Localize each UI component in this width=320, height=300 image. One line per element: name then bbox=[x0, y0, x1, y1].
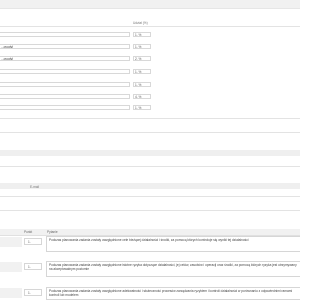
table-header bbox=[0, 229, 300, 236]
divider bbox=[0, 132, 300, 133]
question-text: Podczas planowania zadania zostały uwzgl… bbox=[46, 236, 300, 252]
form-row-input[interactable] bbox=[0, 94, 130, 99]
top-band bbox=[0, 0, 300, 9]
divider bbox=[0, 210, 300, 211]
question-text: Podczas planowania zadania zostały uwzgl… bbox=[46, 261, 300, 277]
section-bar bbox=[0, 150, 300, 156]
email-column-label: E-mail bbox=[30, 185, 40, 189]
percent-column-header: Udział (%) bbox=[133, 21, 148, 25]
percent-input[interactable]: 1, % bbox=[133, 69, 151, 74]
percent-input[interactable]: 1, % bbox=[133, 44, 151, 49]
percent-input[interactable]: 1, % bbox=[133, 105, 151, 110]
contact-header-bar bbox=[0, 183, 300, 189]
percent-input[interactable]: 1, % bbox=[133, 32, 151, 37]
question-text: Podczas planowania zadania zostały uwzgl… bbox=[46, 287, 300, 300]
percent-input[interactable]: 2, % bbox=[133, 56, 151, 61]
column-header-num: Punkt bbox=[24, 230, 33, 234]
divider bbox=[0, 26, 300, 27]
row-handle bbox=[0, 288, 22, 298]
column-header-question: Pytanie bbox=[47, 230, 58, 234]
form-row-input[interactable]: ...ovody) bbox=[0, 56, 130, 61]
divider bbox=[0, 166, 300, 167]
row-number: 1. bbox=[24, 238, 42, 245]
divider bbox=[0, 196, 300, 197]
row-number: 1. bbox=[24, 263, 42, 270]
row-handle bbox=[0, 237, 22, 247]
form-row-input[interactable] bbox=[0, 82, 130, 87]
row-handle bbox=[0, 262, 22, 272]
percent-input[interactable]: 1, % bbox=[133, 82, 151, 87]
form-row-input[interactable] bbox=[0, 69, 130, 74]
row-number: 1. bbox=[24, 289, 42, 296]
divider bbox=[0, 118, 300, 119]
percent-input[interactable]: 4, % bbox=[133, 94, 151, 99]
form-row-input[interactable] bbox=[0, 105, 130, 110]
form-row-input[interactable]: ...ovody) bbox=[0, 44, 130, 49]
form-row-input[interactable] bbox=[0, 32, 130, 37]
